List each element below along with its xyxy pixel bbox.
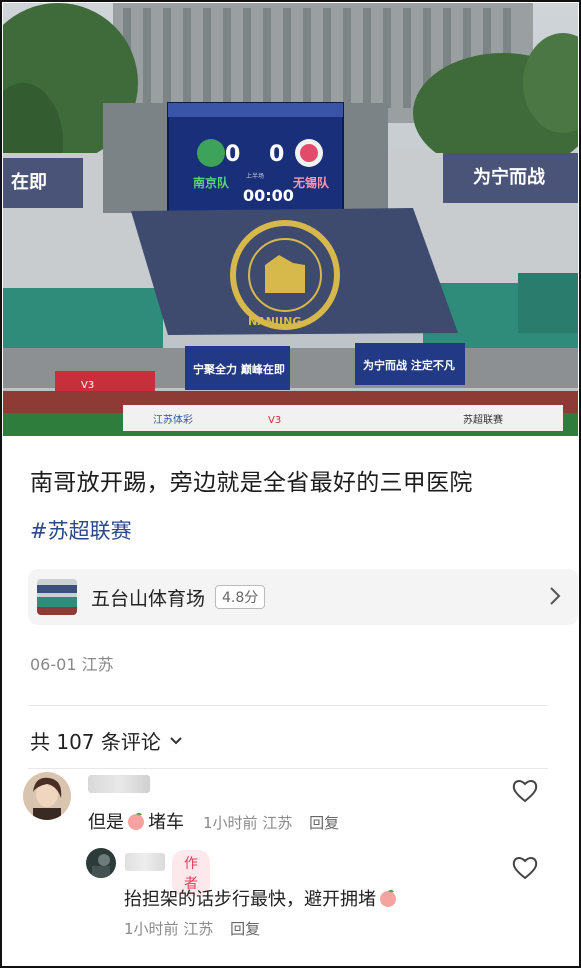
- comment-region: 江苏: [262, 814, 293, 832]
- location-card[interactable]: 五台山体育场 4.8分: [28, 569, 578, 625]
- comment-text-part: 抬担架的话步行最快，避开拥堵: [124, 889, 376, 910]
- stand-sign-left: 在即: [11, 171, 47, 193]
- ad-board-1: 江苏体彩: [153, 413, 193, 426]
- ad-board-3: 苏超联赛: [463, 413, 503, 426]
- comment-time: 1小时前: [124, 920, 179, 938]
- comments-count: 共 107 条评论: [30, 730, 161, 754]
- comment-text-part: 堵车: [148, 812, 184, 833]
- comments-header[interactable]: 共 107 条评论: [30, 726, 183, 755]
- home-team: 南京队: [193, 175, 230, 190]
- peach-emoji-icon: [380, 889, 396, 907]
- username-blurred[interactable]: [125, 853, 165, 871]
- comment-meta: 1小时前 江苏 回复: [203, 812, 339, 833]
- comment-meta: 1小时前 江苏 回复: [124, 918, 260, 939]
- hashtag-link[interactable]: #苏超联赛: [30, 515, 132, 545]
- match-half: 上半场: [246, 172, 264, 180]
- divider: [28, 768, 548, 769]
- banner-left: 宁聚全力 巅峰在即: [193, 362, 285, 376]
- reply-button[interactable]: 回复: [309, 814, 339, 832]
- flag-text: NANJING: [248, 315, 301, 328]
- comment-time: 1小时前: [203, 814, 258, 832]
- stand-sign-right: 为宁而战: [473, 166, 545, 188]
- username-blurred[interactable]: [88, 775, 150, 793]
- post-text: 南哥放开踢，旁边就是全省最好的三甲医院: [30, 470, 473, 496]
- comment-text-part: 但是: [88, 812, 124, 833]
- post-region: 江苏: [81, 655, 114, 674]
- chevron-right-icon: [550, 587, 561, 605]
- home-score: 0: [225, 142, 240, 167]
- ad-board-v3-left: V3: [81, 380, 94, 391]
- post-photo[interactable]: 0 0 南京队 无锡队 上半场 00:00 在即 为宁而战 NANJING 宁聚…: [3, 3, 578, 436]
- chevron-down-icon: [170, 736, 182, 744]
- comment-text: 但是 堵车: [88, 808, 184, 834]
- post-date: 06-01: [30, 655, 77, 674]
- heart-outline-icon[interactable]: [511, 855, 539, 881]
- banner-right: 为宁而战 注定不凡: [363, 358, 455, 372]
- stadium-image: 0 0 南京队 无锡队 上半场 00:00 在即 为宁而战 NANJING 宁聚…: [3, 3, 578, 436]
- reply-button[interactable]: 回复: [230, 920, 260, 938]
- peach-emoji-icon: [128, 812, 144, 830]
- ad-board-2: V3: [268, 415, 281, 426]
- divider: [28, 705, 548, 706]
- location-thumbnail: [37, 579, 77, 615]
- heart-outline-icon[interactable]: [511, 778, 539, 804]
- post-meta: 06-01 江苏: [30, 651, 114, 675]
- comment-region: 江苏: [183, 920, 214, 938]
- away-score: 0: [269, 142, 284, 167]
- match-clock: 00:00: [243, 186, 294, 205]
- location-rating: 4.8分: [215, 585, 266, 609]
- location-name: 五台山体育场: [91, 587, 206, 610]
- avatar[interactable]: [23, 772, 71, 820]
- avatar[interactable]: [86, 848, 116, 878]
- away-team: 无锡队: [292, 175, 330, 190]
- comment-text: 抬担架的话步行最快，避开拥堵: [124, 885, 400, 911]
